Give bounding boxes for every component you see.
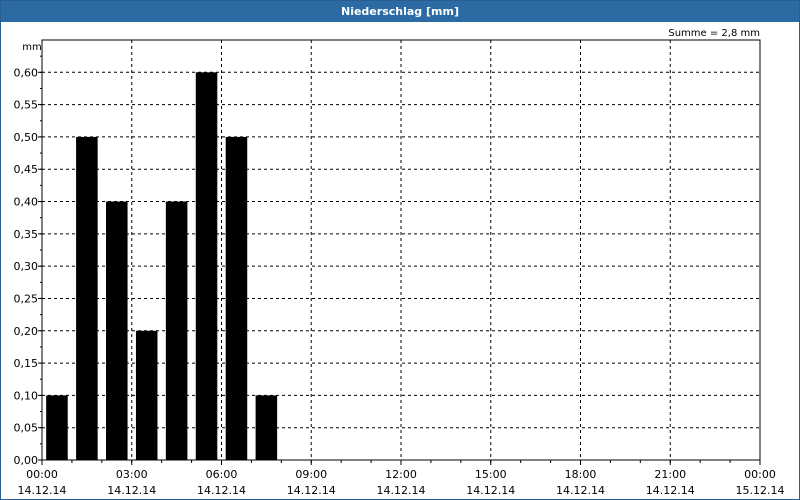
bar-hour-4: [165, 201, 188, 461]
y-tick-label: 0,20: [14, 325, 39, 338]
y-axis-unit: mm: [22, 42, 41, 53]
x-tick-date: 14.12.14: [107, 484, 156, 497]
x-tick-date: 14.12.14: [646, 484, 695, 497]
x-tick-date: 14.12.14: [287, 484, 336, 497]
y-tick-label: 0,35: [14, 228, 39, 241]
x-tick-date: 14.12.14: [377, 484, 426, 497]
x-tick-time: 15:00: [475, 468, 507, 481]
y-tick-label: 0,60: [14, 66, 39, 79]
x-tick-time: 03:00: [116, 468, 148, 481]
x-axis: 00:00 14.12.14 03:00 14.12.14 06:00 14.12.14 0…: [18, 460, 785, 497]
bar-hour-5: [195, 72, 218, 461]
precipitation-chart: 0,00 0,05 0,10 0,15 0,20 0,25 0,30 0,35 0,40 0,45…: [14, 28, 785, 497]
x-tick-time: 00:00: [744, 468, 776, 481]
x-tick-date: 14.12.14: [466, 484, 515, 497]
x-tick-time: 09:00: [295, 468, 327, 481]
y-tick-label: 0,05: [14, 422, 39, 435]
y-tick-label: 0,15: [14, 357, 39, 370]
bar-hour-1: [76, 136, 98, 460]
x-tick-date: 14.12.14: [197, 484, 246, 497]
bar-hour-7: [255, 395, 278, 460]
x-tick-time: 21:00: [654, 468, 686, 481]
x-tick-time: 06:00: [206, 468, 238, 481]
bar-hour-2: [106, 201, 128, 461]
sum-annotation: Summe = 2,8 mm: [668, 28, 760, 39]
y-tick-label: 0,10: [14, 389, 39, 402]
y-tick-label: 0,00: [14, 454, 39, 467]
x-tick-time: 12:00: [385, 468, 417, 481]
y-tick-label: 0,45: [14, 163, 39, 176]
bar-hour-3: [135, 330, 158, 460]
y-tick-label: 0,40: [14, 196, 39, 209]
x-tick-date: 15.12.14: [736, 484, 785, 497]
x-tick-date: 14.12.14: [556, 484, 605, 497]
bar-hour-6: [225, 136, 248, 460]
y-tick-label: 0,25: [14, 292, 39, 305]
x-tick-time: 00:00: [26, 468, 58, 481]
y-axis: 0,00 0,05 0,10 0,15 0,20 0,25 0,30 0,35 0,40 0,45…: [14, 55, 42, 467]
bar-hour-0: [46, 395, 68, 460]
y-tick-label: 0,30: [14, 260, 39, 273]
y-tick-label: 0,50: [14, 131, 39, 144]
y-tick-label: 0,55: [14, 99, 39, 112]
x-tick-date: 14.12.14: [18, 484, 67, 497]
x-tick-time: 18:00: [565, 468, 597, 481]
